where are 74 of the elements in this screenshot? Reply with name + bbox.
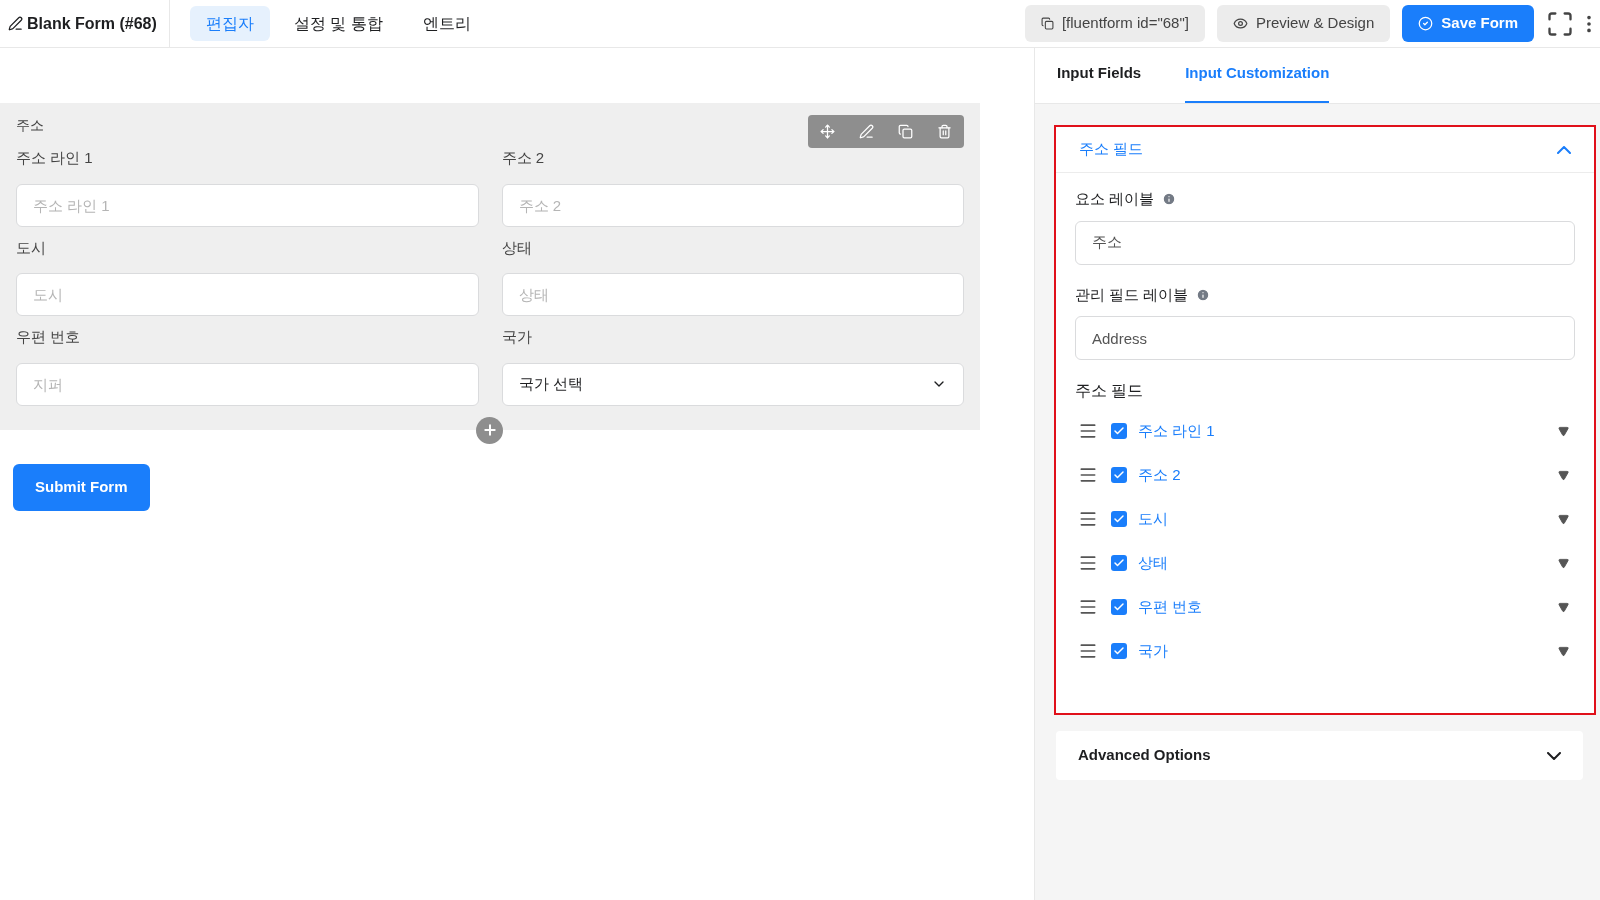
- field-label: 국가: [501, 327, 533, 347]
- nav-tab[interactable]: 설정 및 통합: [277, 6, 399, 41]
- text-input[interactable]: 도시: [16, 273, 479, 316]
- drag-handle-icon[interactable]: [1078, 421, 1098, 441]
- country-select[interactable]: 국가 선택: [501, 362, 964, 406]
- check-icon: [1113, 513, 1125, 525]
- subfield-label: 상태: [1138, 552, 1168, 573]
- field-label: 도시: [16, 237, 47, 258]
- caret-icon[interactable]: [1558, 425, 1569, 437]
- subfield-label: 도시: [1138, 508, 1168, 529]
- drag-handle-icon[interactable]: [1078, 465, 1098, 485]
- check-icon: [1113, 601, 1125, 613]
- eye-icon: [1232, 16, 1248, 31]
- panel-tab[interactable]: Input Fields: [1057, 61, 1142, 103]
- drag-handle-icon[interactable]: [1078, 553, 1098, 573]
- checkbox[interactable]: [1111, 643, 1127, 659]
- subfields-title: 주소 필드: [1075, 381, 1145, 401]
- checkbox[interactable]: [1111, 555, 1127, 571]
- field-label: 상태: [501, 237, 533, 258]
- checkbox[interactable]: [1111, 599, 1127, 615]
- checkbox[interactable]: [1111, 423, 1127, 439]
- group-label: 주소: [16, 116, 44, 135]
- check-icon: [1113, 469, 1125, 481]
- subfield-label: 주소 라인 1: [1138, 420, 1215, 441]
- fullscreen-icon[interactable]: [1546, 9, 1574, 38]
- subfield-label: 국가: [1138, 640, 1168, 661]
- subfield-label: 주소 2: [1138, 464, 1181, 485]
- checkbox[interactable]: [1111, 511, 1127, 527]
- copy-icon: [1040, 17, 1054, 30]
- check-icon: [1113, 645, 1125, 657]
- form-title: Blank Form (#68): [27, 13, 157, 34]
- caret-icon[interactable]: [1558, 469, 1569, 481]
- info-icon: [1196, 287, 1211, 302]
- move-icon[interactable]: [820, 124, 835, 139]
- check-circle-icon: [1418, 16, 1434, 31]
- text-input[interactable]: 상태: [501, 273, 964, 316]
- caret-icon[interactable]: [1558, 645, 1569, 657]
- info-icon: [1162, 192, 1177, 207]
- pencil-icon: [8, 16, 23, 31]
- advanced-options-header[interactable]: Advanced Options: [1056, 731, 1583, 780]
- text-input[interactable]: Address: [1075, 316, 1575, 360]
- check-icon: [1113, 557, 1125, 569]
- drag-handle-icon[interactable]: [1078, 509, 1098, 529]
- text-input[interactable]: 주소 라인 1: [16, 183, 479, 227]
- check-icon: [1113, 425, 1125, 437]
- caret-icon[interactable]: [1558, 513, 1569, 525]
- drag-handle-icon[interactable]: [1078, 597, 1098, 617]
- delete-icon[interactable]: [937, 124, 952, 139]
- save-button[interactable]: Save Form: [1402, 5, 1534, 42]
- section-header[interactable]: 주소 필드: [1056, 127, 1594, 173]
- nav-tab[interactable]: 엔트리: [406, 6, 487, 41]
- field-label: 우편 번호: [16, 327, 82, 347]
- text-input[interactable]: 지퍼: [16, 362, 479, 406]
- field-label: 주소 2: [501, 148, 545, 168]
- preview-button[interactable]: Preview & Design: [1216, 5, 1391, 42]
- drag-handle-icon[interactable]: [1078, 641, 1098, 661]
- subfield-label: 우편 번호: [1138, 596, 1203, 617]
- checkbox[interactable]: [1111, 467, 1127, 483]
- setting-label: 관리 필드 레이블: [1075, 284, 1189, 305]
- copy-icon[interactable]: [898, 124, 913, 139]
- panel-tab[interactable]: Input Customization: [1185, 61, 1330, 103]
- address-field-block[interactable]: 주소 주소 라인 1 주소 라인 1 주소 2 주소 2 도시 도시 상태 상태 우편 번호 지퍼 국가 국가 선택: [0, 103, 980, 430]
- edit-icon[interactable]: [859, 124, 874, 139]
- field-label: 주소 라인 1: [16, 148, 94, 168]
- caret-icon[interactable]: [1558, 557, 1569, 569]
- advanced-options-title: Advanced Options: [1078, 745, 1211, 766]
- plus-icon: [481, 422, 498, 438]
- section-title: 주소 필드: [1079, 139, 1144, 160]
- shortcode-button[interactable]: [fluentform id="68"]: [1024, 5, 1205, 42]
- setting-label: 요소 레이블: [1075, 189, 1155, 209]
- text-input[interactable]: 주소 2: [501, 183, 964, 227]
- caret-icon[interactable]: [1558, 601, 1569, 613]
- text-input[interactable]: 주소: [1075, 220, 1575, 265]
- submit-button[interactable]: Submit Form: [13, 463, 150, 511]
